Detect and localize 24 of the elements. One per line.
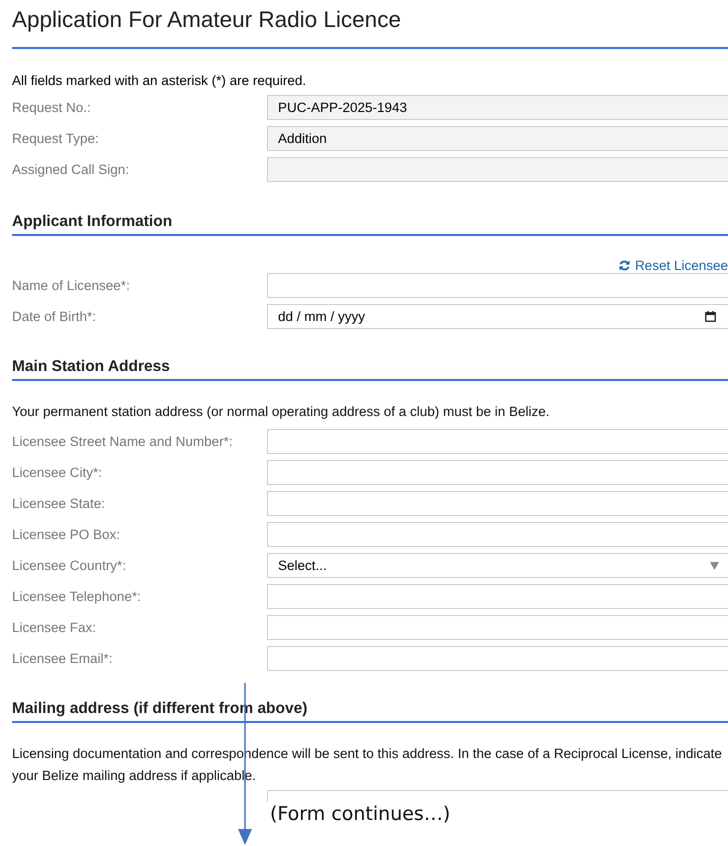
- readonly-field[interactable]: PUC-APP-2025-1943: [267, 95, 728, 120]
- field-label: Licensee Telephone*:: [12, 589, 142, 604]
- field-label: Licensee Fax:: [12, 620, 98, 635]
- field-label: Licensee Country*:: [12, 558, 128, 573]
- field-label: Date of Birth*:: [12, 309, 98, 324]
- section-heading: Main Station Address: [12, 358, 728, 381]
- page-title: Application For Amateur Radio Licence: [12, 0, 728, 49]
- section-note: Your permanent station address (or normal operating address of a club) must be in Belize.: [12, 403, 551, 421]
- country-select[interactable]: Select...: [267, 553, 728, 578]
- readonly-field[interactable]: Addition: [267, 126, 728, 151]
- field-label: Request Type:: [12, 131, 100, 146]
- field-label: Licensee City*:: [12, 465, 104, 480]
- field-label: Licensee Email*:: [12, 651, 114, 666]
- field-label: Licensee PO Box:: [12, 527, 122, 542]
- field-label: Assigned Call Sign:: [12, 162, 130, 177]
- reset-licensee-link[interactable]: Reset Licensee: [634, 258, 728, 272]
- section-heading: Applicant Information: [12, 213, 728, 236]
- field-label: Licensee State:: [12, 496, 106, 511]
- date-field[interactable]: dd / mm / yyyy: [267, 304, 728, 329]
- annotation-text: (Form continues…): [270, 803, 450, 825]
- required-note: All fields marked with an asterisk (*) are required.: [12, 73, 308, 88]
- field-label: Request No.:: [12, 100, 92, 115]
- field-label: Name of Licensee*:: [12, 278, 131, 293]
- field-label: Licensee Street Name and Number*:: [12, 434, 234, 449]
